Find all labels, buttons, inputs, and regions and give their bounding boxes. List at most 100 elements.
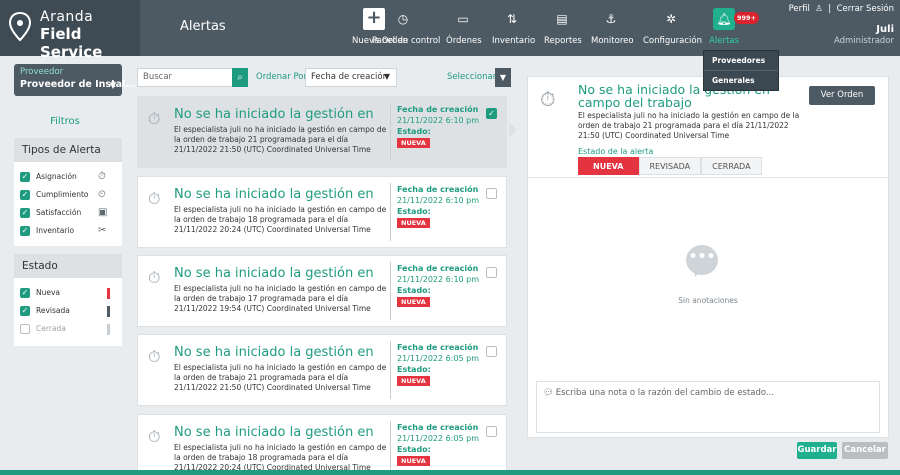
card-checkbox[interactable]	[486, 188, 497, 199]
card-checkbox[interactable]	[486, 346, 497, 357]
alert-clock-icon: ⏱	[148, 109, 161, 128]
card-checkbox[interactable]	[486, 426, 497, 437]
filter-asignacion[interactable]: ✓ Asignación ⏱	[14, 168, 122, 186]
monitor-icon: ⚓	[605, 12, 617, 26]
filter-inventario[interactable]: ✓ Inventario ✂	[14, 222, 122, 240]
state-cerrada[interactable]: CERRADA	[701, 157, 762, 175]
alert-clock-icon: ⏱	[148, 268, 161, 287]
bell-icon: 🔔︎	[713, 8, 735, 30]
no-annotations-text: Sin anotaciones	[678, 296, 738, 305]
cancel-button[interactable]: Cancelar	[842, 442, 888, 459]
list-toolbar: Buscar ⌕ Ordenar Por Fecha de creación ▼…	[137, 68, 511, 90]
alert-card[interactable]: ⏱ No se ha iniciado la gestión en El esp…	[137, 176, 507, 248]
filters-sidebar: Proveedor Proveedor de Instal... ▼ Filtr…	[0, 56, 137, 475]
order-by-label: Ordenar Por	[256, 72, 307, 82]
filter-nueva[interactable]: ✓ Nueva	[14, 284, 122, 302]
alert-card[interactable]: ⏱ No se ha iniciado la gestión en El esp…	[137, 334, 507, 406]
status-badge: NUEVA	[397, 456, 430, 466]
status-badge: NUEVA	[397, 138, 430, 148]
filter-cerrada[interactable]: Cerrada	[14, 320, 122, 338]
compliance-icon: ⏲	[98, 189, 106, 200]
brand-line1: Aranda	[40, 9, 94, 25]
assignment-clock-icon: ⏱	[98, 171, 106, 182]
alert-clock-icon: ⏱	[148, 189, 161, 208]
state-revisada[interactable]: REVISADA	[638, 157, 702, 175]
reports-icon: ▤	[556, 12, 568, 26]
card-checkbox[interactable]: ✓	[486, 108, 497, 119]
bottom-accent-bar	[0, 470, 900, 475]
provider-select[interactable]: Proveedor Proveedor de Instal... ▼	[14, 64, 137, 96]
nav-reportes[interactable]: ▤ Reportes	[544, 8, 582, 52]
checkbox-unchecked-icon[interactable]	[20, 324, 30, 334]
select-dropdown-button[interactable]: ▼	[495, 68, 511, 87]
checkbox-checked-icon[interactable]: ✓	[20, 208, 30, 218]
alert-clock-icon: ⏱	[540, 87, 556, 111]
user-area: Perfil ♙ | Cerrar Sesión Juli Administra…	[789, 4, 894, 46]
user-icon: ♙ |	[812, 4, 834, 14]
alert-clock-icon: ⏱	[148, 427, 161, 446]
alerts-dropdown-menu: Proveedores Generales	[703, 50, 779, 91]
order-by-select[interactable]: Fecha de creación ▼	[305, 68, 397, 87]
top-header: Aranda Field Service Alertas + Nueva Ord…	[0, 0, 900, 61]
alert-count-badge: 999+	[734, 12, 760, 24]
menu-item-generales[interactable]: Generales	[704, 71, 778, 90]
card-checkbox[interactable]	[486, 267, 497, 278]
alerts-list: ⏱ No se ha iniciado la gestión en El esp…	[137, 96, 509, 475]
view-order-button[interactable]: Ver Orden	[809, 86, 875, 105]
status-color-bar	[107, 306, 110, 317]
alert-card[interactable]: ⏱ No se ha iniciado la gestión en El esp…	[137, 96, 507, 168]
provider-label: Proveedor	[20, 67, 64, 77]
caret-down-icon: ▼	[383, 72, 390, 81]
checkbox-checked-icon[interactable]: ✓	[20, 226, 30, 236]
menu-item-proveedores[interactable]: Proveedores	[704, 51, 778, 71]
alert-types-title: Tipos de Alerta	[14, 138, 122, 162]
checkbox-checked-icon[interactable]: ✓	[20, 172, 30, 182]
comment-icon: 💬︎	[543, 388, 554, 398]
alert-clock-icon: ⏱	[148, 347, 161, 366]
nav-monitoreo[interactable]: ⚓ Monitoreo	[591, 8, 634, 52]
clock-icon: ◷	[397, 12, 409, 26]
note-textarea[interactable]: 💬︎ Escriba una nota o la razón del cambi…	[536, 381, 880, 433]
gear-icon: ✲	[665, 12, 677, 26]
page-title: Alertas	[180, 19, 226, 34]
logout-link[interactable]: Cerrar Sesión	[837, 4, 894, 14]
detail-description: El especialista juli no ha iniciado la g…	[578, 111, 800, 140]
status-badge: NUEVA	[397, 297, 430, 307]
filters-title: Filtros	[50, 116, 80, 127]
alert-card[interactable]: ⏱ No se ha iniciado la gestión en El esp…	[137, 255, 507, 327]
caret-down-icon: ▼	[109, 81, 116, 90]
nav-inventario[interactable]: ⇅ Inventario	[492, 8, 535, 52]
state-nueva[interactable]: NUEVA	[578, 157, 639, 175]
satisfaction-icon: ▣	[98, 207, 108, 218]
provider-value: Proveedor de Instal...	[20, 79, 137, 90]
checkbox-checked-icon[interactable]: ✓	[20, 190, 30, 200]
save-button[interactable]: Guardar	[797, 442, 837, 459]
nav-panel-de-control[interactable]: ◷ Panel de control	[372, 8, 440, 52]
alert-types-panel: Tipos de Alerta ✓ Asignación ⏱ ✓ Cumplim…	[14, 138, 122, 246]
alert-detail-panel: ⏱ No se ha iniciado la gestión en campo …	[527, 76, 889, 438]
status-panel: Estado ✓ Nueva ✓ Revisada Cerrada	[14, 254, 122, 346]
inventory-icon: ⇅	[506, 12, 518, 26]
alert-status-label: Estado de la alerta	[578, 147, 654, 156]
orders-icon: ▭	[457, 12, 469, 26]
select-label[interactable]: Seleccionar	[447, 72, 496, 82]
location-pin-logo-icon	[8, 12, 32, 42]
status-toggle-group: NUEVA REVISADA CERRADA	[578, 157, 762, 175]
nav-ordenes[interactable]: ▭ Órdenes	[446, 8, 482, 52]
brand[interactable]: Aranda Field Service	[0, 0, 140, 61]
checkbox-checked-icon[interactable]: ✓	[20, 306, 30, 316]
filter-revisada[interactable]: ✓ Revisada	[14, 302, 122, 320]
status-color-bar	[107, 288, 110, 299]
checkbox-checked-icon[interactable]: ✓	[20, 288, 30, 298]
filter-satisfaccion[interactable]: ✓ Satisfacción ▣	[14, 204, 122, 222]
search-icon[interactable]: ⌕	[232, 68, 248, 87]
status-title: Estado	[14, 254, 122, 278]
status-badge: NUEVA	[397, 218, 430, 228]
user-name: Juli	[876, 24, 894, 35]
alert-card[interactable]: ⏱ No se ha iniciado la gestión en El esp…	[137, 414, 507, 475]
user-role: Administrador	[833, 36, 894, 46]
perfil-link[interactable]: Perfil	[789, 4, 810, 14]
nav-configuracion[interactable]: ✲ Configuración	[643, 8, 702, 52]
filter-cumplimiento[interactable]: ✓ Cumplimiento ⏲	[14, 186, 122, 204]
chat-bubble-icon: •••	[686, 245, 718, 275]
